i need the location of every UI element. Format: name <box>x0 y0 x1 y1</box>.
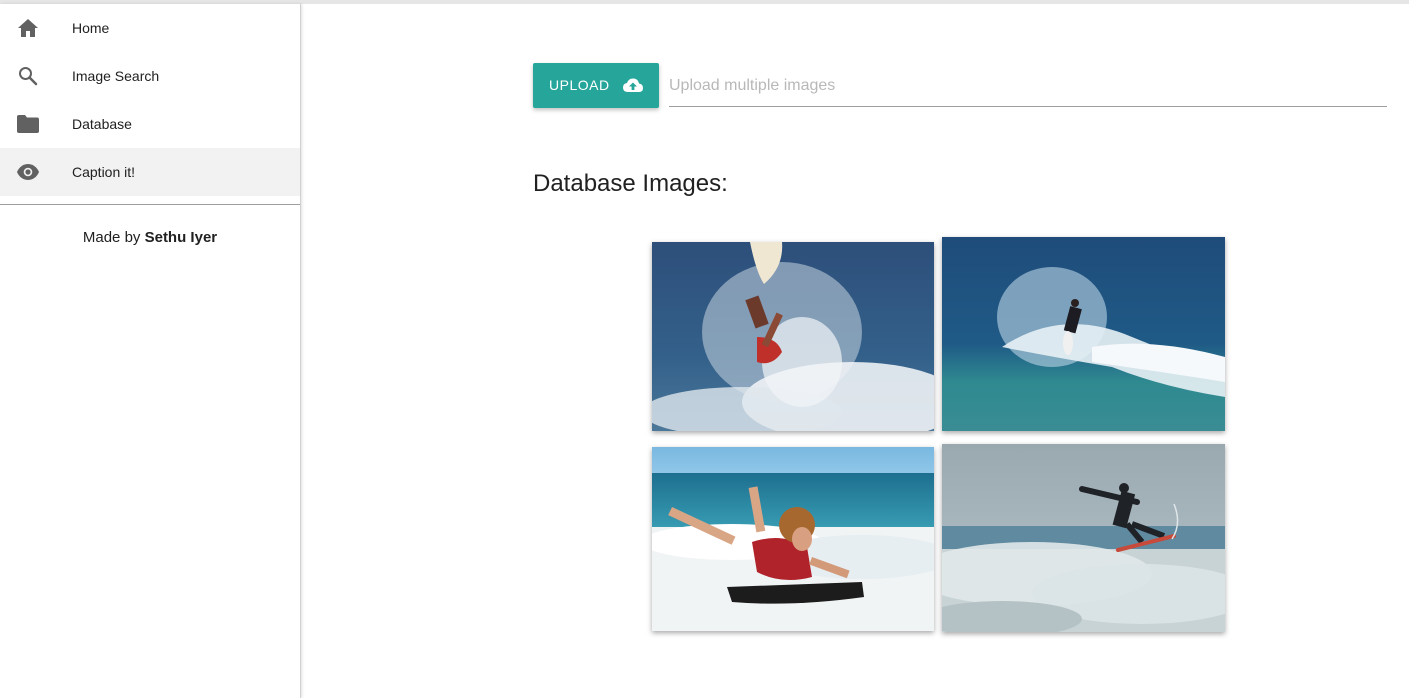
cloud-upload-icon <box>622 75 644 97</box>
sidebar-item-home[interactable]: Home <box>0 4 300 52</box>
eye-icon <box>16 160 40 184</box>
sidebar-item-label: Database <box>72 116 132 132</box>
database-image-4[interactable] <box>942 444 1225 632</box>
database-image-1[interactable] <box>652 242 934 431</box>
database-image-2[interactable] <box>942 237 1225 431</box>
folder-icon <box>16 112 40 136</box>
sidebar-divider <box>0 204 300 205</box>
sidebar-item-label: Image Search <box>72 68 160 84</box>
upload-button-label: UPLOAD <box>549 77 610 93</box>
sidebar-item-database[interactable]: Database <box>0 100 300 148</box>
database-image-3[interactable] <box>652 447 934 631</box>
sidebar-item-image-search[interactable]: Image Search <box>0 52 300 100</box>
sidebar: Home Image Search Database Caption it! M… <box>0 4 301 698</box>
section-title: Database Images: <box>533 170 728 197</box>
credit-name: Sethu Iyer <box>144 229 218 246</box>
credit-prefix: Made by <box>82 229 141 246</box>
home-icon <box>16 16 40 40</box>
credit-text: Made by Sethu Iyer <box>0 229 300 246</box>
sidebar-item-label: Caption it! <box>72 164 136 180</box>
search-icon <box>16 64 40 88</box>
sidebar-item-label: Home <box>72 20 110 36</box>
sidebar-item-caption-it[interactable]: Caption it! <box>0 148 300 196</box>
upload-button[interactable]: UPLOAD <box>533 63 659 108</box>
upload-file-path-input[interactable] <box>669 66 1387 107</box>
